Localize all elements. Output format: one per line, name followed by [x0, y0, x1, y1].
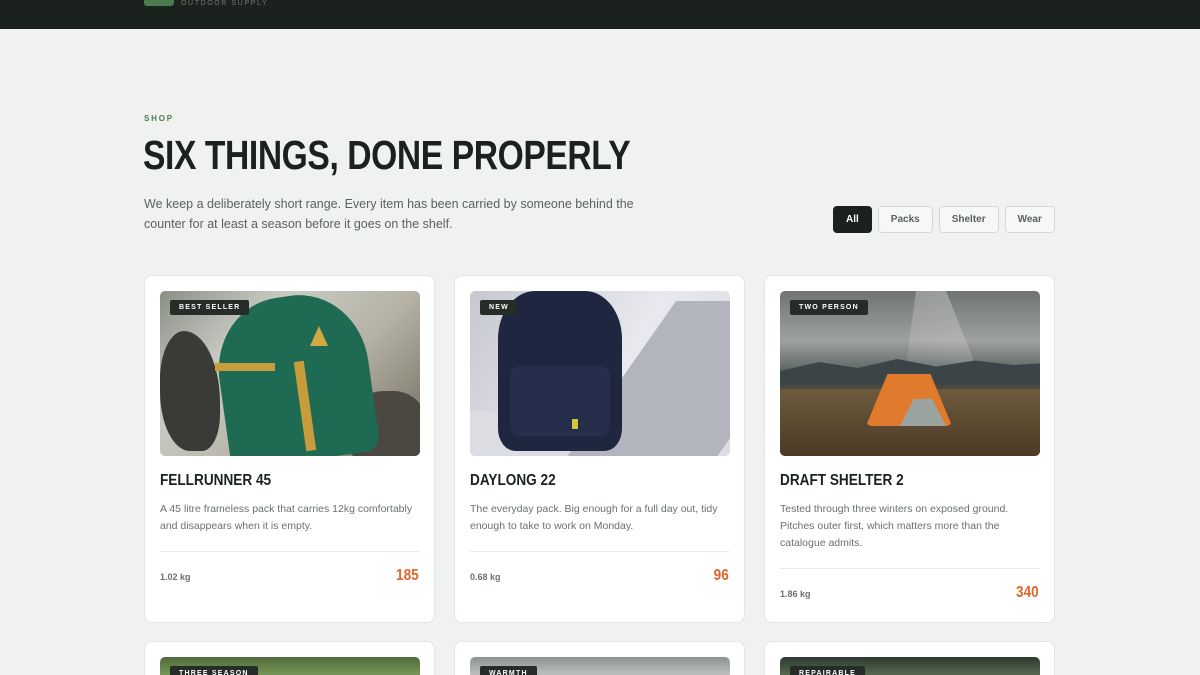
product-description: Tested through three winters on exposed … [780, 503, 1009, 549]
product-image[interactable]: NEW [470, 291, 730, 456]
divider [780, 568, 1039, 569]
top-nav-bar: OUTDOOR SUPPLY [0, 0, 1200, 29]
section-label: SHOP [144, 114, 174, 123]
product-badge: TWO PERSON [790, 300, 868, 315]
product-image[interactable]: BEST SELLER [160, 291, 420, 456]
product-card[interactable]: REPAIRABLE [764, 641, 1055, 675]
filter-group: All Packs Shelter Wear [833, 206, 1055, 233]
product-description: A 45 litre frameless pack that carries 1… [160, 503, 413, 532]
product-price: 185 [396, 567, 419, 584]
product-badge: THREE SEASON [170, 666, 258, 675]
product-description: The everyday pack. Big enough for a full… [470, 503, 718, 532]
product-card[interactable]: TWO PERSON DRAFT SHELTER 2 Tested throug… [764, 275, 1055, 623]
product-badge: NEW [480, 300, 518, 315]
product-name[interactable]: FELLRUNNER 45 [160, 472, 271, 490]
product-card[interactable]: WARMTH [454, 641, 745, 675]
intro-text: We keep a deliberately short range. Ever… [144, 197, 634, 231]
filter-shelter-button[interactable]: Shelter [938, 206, 999, 233]
product-name[interactable]: DRAFT SHELTER 2 [780, 472, 904, 490]
product-badge: BEST SELLER [170, 300, 250, 315]
filter-packs-button[interactable]: Packs [877, 206, 933, 233]
page-title: SIX THINGS, DONE PROPERLY [143, 132, 631, 178]
filter-all-button[interactable]: All [833, 206, 872, 233]
product-image[interactable]: THREE SEASON [160, 657, 420, 675]
divider [470, 551, 729, 552]
product-name[interactable]: DAYLONG 22 [470, 472, 556, 490]
product-price: 340 [1016, 584, 1039, 601]
product-image[interactable]: WARMTH [470, 657, 730, 675]
product-card[interactable]: NEW DAYLONG 22 The everyday pack. Big en… [454, 275, 745, 623]
logo[interactable] [144, 0, 174, 6]
filter-wear-button[interactable]: Wear [1004, 206, 1055, 233]
product-card[interactable]: BEST SELLER FELLRUNNER 45 A 45 litre fra… [144, 275, 435, 623]
product-card[interactable]: THREE SEASON [144, 641, 435, 675]
product-image[interactable]: TWO PERSON [780, 291, 1040, 456]
product-price: 96 [713, 567, 729, 584]
product-badge: WARMTH [480, 666, 537, 675]
divider [160, 551, 419, 552]
product-weight: 1.86 kg [780, 589, 811, 599]
product-weight: 0.68 kg [470, 572, 501, 582]
brand-tagline: OUTDOOR SUPPLY [181, 0, 269, 7]
product-image[interactable]: REPAIRABLE [780, 657, 1040, 675]
product-weight: 1.02 kg [160, 572, 191, 582]
product-badge: REPAIRABLE [790, 666, 865, 675]
